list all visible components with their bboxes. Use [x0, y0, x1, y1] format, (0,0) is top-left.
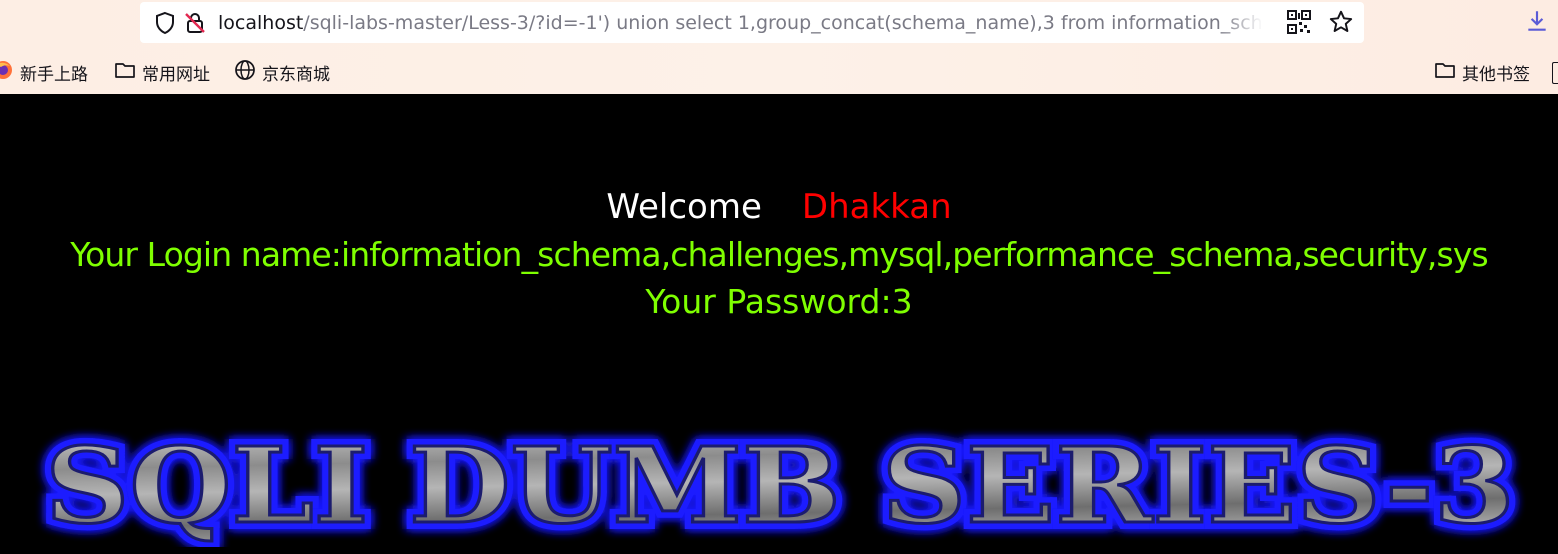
banner-text: SQLI DUMB SERIES-3	[45, 424, 1515, 547]
url-input[interactable]: localhost/sqli-labs-master/Less-3/?id=-1…	[218, 12, 1263, 34]
login-name-result: Your Login name:information_schema,chall…	[70, 235, 1488, 274]
bookmark-label: 新手上路	[20, 64, 88, 85]
bookmark-item[interactable]: 其他书签	[1434, 56, 1530, 88]
download-icon[interactable]	[1524, 8, 1550, 34]
page-content: Welcome Dhakkan Your Login name:informati…	[0, 94, 1558, 554]
firefox-icon	[0, 59, 14, 86]
welcome-text: Welcome	[606, 187, 762, 227]
address-bar[interactable]: localhost/sqli-labs-master/Less-3/?id=-1…	[140, 2, 1364, 43]
overflow-bookmark-edge	[1552, 62, 1558, 84]
password-result: Your Password:3	[645, 282, 913, 321]
url-path: /sqli-labs-master/Less-3/?id=-1') union …	[303, 11, 1263, 34]
bookmark-item[interactable]: 新手上路	[0, 56, 88, 88]
browser-chrome: localhost/sqli-labs-master/Less-3/?id=-1…	[0, 0, 1558, 94]
star-bookmark-icon[interactable]	[1328, 9, 1354, 39]
shield-icon[interactable]	[152, 10, 178, 36]
globe-icon	[234, 59, 256, 86]
folder-icon	[114, 59, 136, 86]
folder-icon	[1434, 59, 1456, 86]
bookmark-label: 常用网址	[142, 64, 210, 85]
sqli-dumb-series-banner: SQLI DUMB SERIES-3 SQLI DUMB SERIES-3	[38, 417, 1522, 547]
bookmark-label: 其他书签	[1462, 64, 1530, 85]
bookmark-item[interactable]: 常用网址	[114, 56, 210, 88]
bookmarks-toolbar: 新手上路 常用网址 京东商城 其他书签	[0, 56, 1558, 88]
insecure-lock-icon[interactable]	[182, 10, 208, 36]
url-host: localhost	[218, 11, 304, 34]
username-text: Dhakkan	[801, 187, 952, 227]
bookmark-item[interactable]: 京东商城	[234, 56, 330, 88]
qr-code-icon[interactable]	[1286, 9, 1312, 39]
bookmark-label: 京东商城	[262, 64, 330, 85]
welcome-line: Welcome Dhakkan	[0, 186, 1558, 228]
